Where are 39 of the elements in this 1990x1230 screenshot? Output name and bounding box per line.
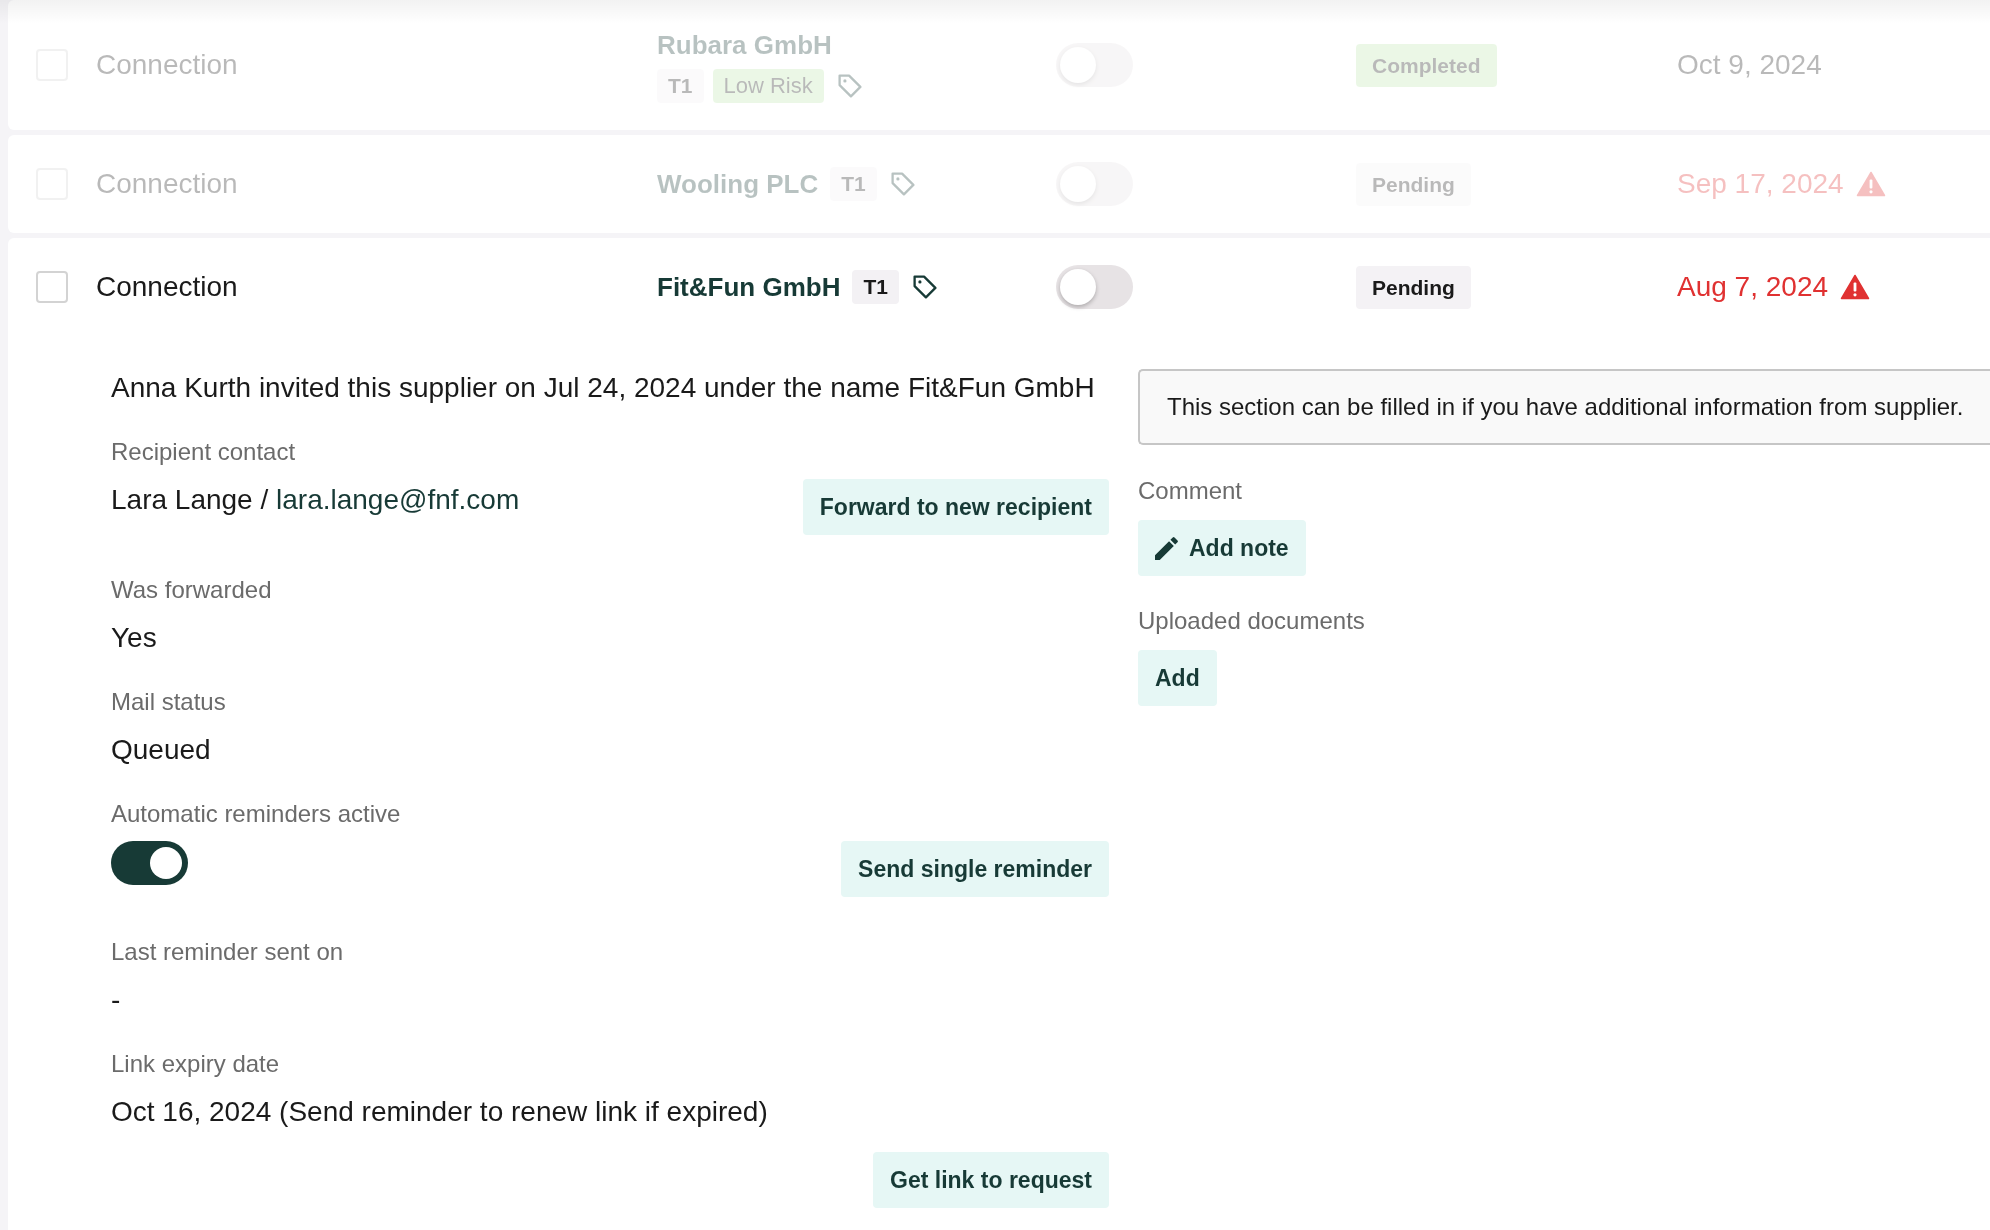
- email-link[interactable]: lara.lange@fnf.com: [276, 484, 520, 515]
- checkbox[interactable]: [36, 271, 68, 303]
- add-note-button[interactable]: Add note: [1138, 520, 1306, 576]
- warning-icon: [1855, 171, 1886, 197]
- warning-icon: [1840, 274, 1871, 300]
- due-date: Oct 9, 2024: [1677, 48, 1822, 82]
- field-label: Last reminder sent on: [111, 938, 344, 966]
- toggle-switch[interactable]: [111, 841, 188, 885]
- add-button[interactable]: Add: [1138, 650, 1217, 706]
- field-label: Mail status: [111, 688, 226, 716]
- field-label: Was forwarded: [111, 576, 272, 604]
- field-label: Automatic reminders active: [111, 800, 401, 828]
- status-badge: Pending: [1356, 162, 1471, 206]
- field-label: Uploaded documents: [1138, 607, 1365, 635]
- field-value: -: [111, 984, 121, 1016]
- tag: T1: [852, 270, 899, 304]
- field-label: Link expiry date: [111, 1050, 280, 1078]
- field-label: Comment: [1138, 477, 1243, 505]
- due-date: Aug 7, 2024: [1677, 270, 1829, 304]
- reminder-button[interactable]: Send single reminder: [841, 841, 1109, 897]
- field-label: Recipient contact: [111, 438, 296, 466]
- row-type-text: Connection: [96, 167, 238, 201]
- get-link-button[interactable]: Get link to request: [873, 1152, 1109, 1208]
- row-type-text: Connection: [96, 48, 238, 82]
- status-badge: Pending: [1356, 265, 1471, 309]
- field-value: Yes: [111, 622, 157, 654]
- tag-icon[interactable]: [912, 275, 937, 299]
- field-value: Oct 16, 2024 (Send reminder to renew link if expired): [111, 1096, 768, 1128]
- contact-text: Lara Lange / lara.lange@fnf.com: [111, 484, 520, 516]
- tag: T1: [830, 167, 877, 201]
- forward-button[interactable]: Forward to new recipient: [802, 479, 1109, 535]
- pencil-icon: [1155, 536, 1178, 560]
- info-note: This section can be filled in if you have additional information from supplier.: [1138, 369, 1990, 445]
- row-type-text: Connection: [96, 270, 238, 304]
- field-value: Queued: [111, 734, 211, 766]
- toggle-switch[interactable]: [1056, 265, 1133, 309]
- company-name[interactable]: Fit&Fun GmbH: [657, 269, 841, 305]
- invitation-text: Anna Kurth invited this supplier on Jul 24, 2024 under the name Fit&Fun GmbH: [111, 372, 1095, 404]
- tag: T1: [657, 69, 704, 103]
